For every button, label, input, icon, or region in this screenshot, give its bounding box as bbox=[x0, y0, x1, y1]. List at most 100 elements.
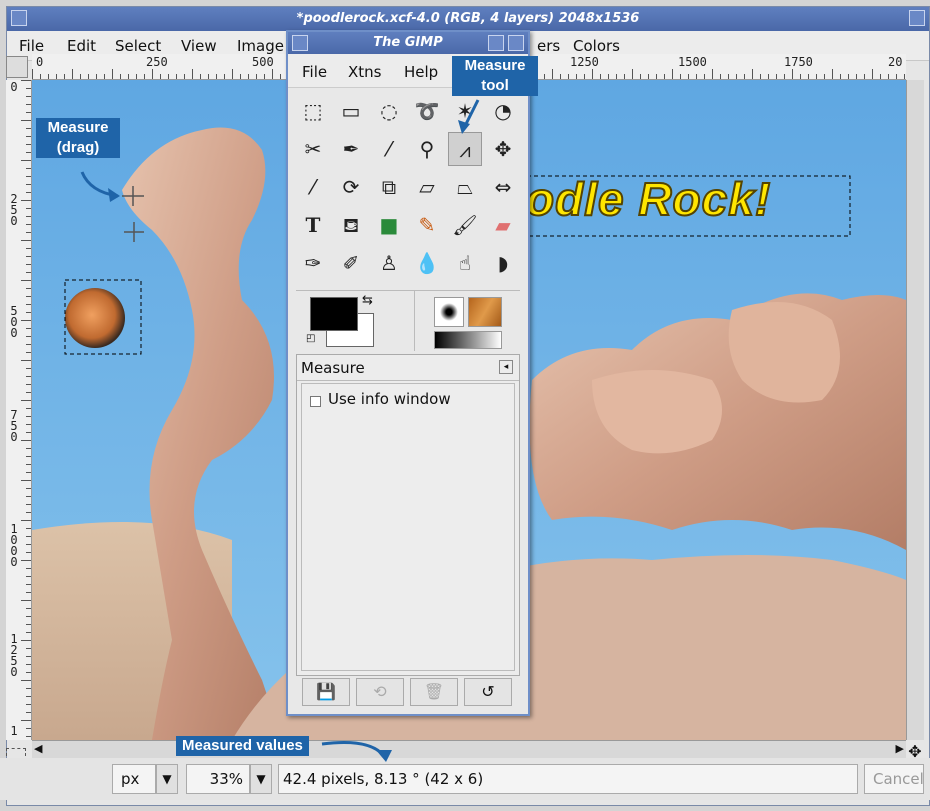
vertical-scrollbar[interactable] bbox=[906, 80, 924, 740]
tool-options-header: Measure ◂ bbox=[297, 355, 519, 381]
menu-layers[interactable]: ers bbox=[537, 37, 560, 55]
callout-measure-tool-line1: Measure bbox=[464, 57, 526, 74]
vruler-tick bbox=[21, 480, 31, 481]
hruler-tick bbox=[32, 69, 33, 79]
unit-dropdown-icon[interactable]: ▼ bbox=[156, 764, 178, 794]
vruler-tick bbox=[26, 376, 31, 377]
vruler-tick bbox=[21, 400, 31, 401]
blur-icon[interactable]: 💧 bbox=[410, 246, 444, 280]
hruler-tick bbox=[840, 74, 841, 79]
hruler-tick bbox=[128, 74, 129, 79]
move-icon[interactable]: ✥ bbox=[486, 132, 520, 166]
unit-select[interactable]: px bbox=[112, 764, 156, 794]
bucket-fill-icon[interactable]: ⛾ bbox=[334, 208, 368, 242]
fuzzy-select-icon[interactable]: ✶ bbox=[448, 94, 482, 128]
toolbox-menu-file[interactable]: File bbox=[302, 63, 327, 81]
hruler-tick bbox=[656, 74, 657, 79]
vruler-tick bbox=[26, 728, 31, 729]
hruler-label: 0 bbox=[36, 55, 44, 69]
scroll-right-icon[interactable]: ▶ bbox=[896, 742, 904, 755]
vruler-tick bbox=[26, 688, 31, 689]
hruler-tick bbox=[680, 74, 681, 79]
vruler-tick bbox=[26, 128, 31, 129]
vruler-tick bbox=[21, 160, 31, 161]
toolbox-menu-icon[interactable] bbox=[292, 35, 308, 51]
eraser-icon[interactable]: ▰ bbox=[486, 208, 520, 242]
toolbox-menu-help[interactable]: Help bbox=[404, 63, 438, 81]
measure-tool-icon[interactable]: ⩘ bbox=[448, 132, 482, 166]
save-options-icon[interactable]: 💾 bbox=[302, 678, 350, 706]
menu-colors[interactable]: Colors bbox=[573, 37, 620, 55]
hruler-tick bbox=[272, 69, 273, 79]
airbrush-icon[interactable]: ✑ bbox=[296, 246, 330, 280]
rect-select-rounded-icon[interactable]: ▭ bbox=[334, 94, 368, 128]
lasso-icon[interactable]: ➰ bbox=[410, 94, 444, 128]
hruler-tick bbox=[240, 74, 241, 79]
vruler-tick bbox=[26, 368, 31, 369]
gradient-preview[interactable] bbox=[434, 331, 502, 349]
scale-icon[interactable]: ⧉ bbox=[372, 170, 406, 204]
paintbrush-icon[interactable]: 🖌 bbox=[448, 208, 482, 242]
horizontal-scrollbar[interactable]: ◀ ▶ bbox=[32, 740, 906, 758]
rotate-icon[interactable]: ⟳ bbox=[334, 170, 368, 204]
menu-file[interactable]: File bbox=[19, 37, 44, 55]
cancel-button[interactable]: Cancel bbox=[864, 764, 924, 794]
vruler-tick bbox=[26, 592, 31, 593]
foreground-color-swatch[interactable] bbox=[310, 297, 358, 331]
menu-select[interactable]: Select bbox=[115, 37, 161, 55]
hruler-tick bbox=[96, 74, 97, 79]
ink-icon[interactable]: ✐ bbox=[334, 246, 368, 280]
text-tool-icon[interactable]: T bbox=[296, 208, 330, 242]
reset-options-icon[interactable]: ↺ bbox=[464, 678, 512, 706]
ellipse-select-icon[interactable]: ◌ bbox=[372, 94, 406, 128]
vruler-tick bbox=[26, 272, 31, 273]
pattern-preview[interactable] bbox=[468, 297, 502, 327]
color-picker-icon[interactable]: ⁄ bbox=[372, 132, 406, 166]
default-colors-icon[interactable]: ◰ bbox=[306, 333, 315, 344]
vruler-tick bbox=[26, 224, 31, 225]
hruler-tick bbox=[112, 69, 113, 79]
flip-icon[interactable]: ⇔ bbox=[486, 170, 520, 204]
dodge-burn-icon[interactable]: ◗ bbox=[486, 246, 520, 280]
toolbox-titlebar[interactable]: The GIMP bbox=[288, 32, 528, 54]
perspective-icon[interactable]: ⏢ bbox=[448, 170, 482, 204]
crop-icon[interactable]: ⁄ bbox=[296, 170, 330, 204]
vertical-ruler[interactable]: 0 250 500 750 1000 1250 1 bbox=[6, 80, 32, 740]
panel-menu-icon[interactable]: ◂ bbox=[499, 360, 513, 374]
menu-view[interactable]: View bbox=[181, 37, 217, 55]
toolbox-close-icon[interactable] bbox=[508, 35, 524, 51]
paths-icon[interactable]: ✒ bbox=[334, 132, 368, 166]
window-menu-icon[interactable] bbox=[11, 10, 27, 26]
delete-options-icon[interactable]: 🗑 bbox=[410, 678, 458, 706]
restore-options-icon[interactable]: ⟲ bbox=[356, 678, 404, 706]
brush-preview[interactable] bbox=[434, 297, 464, 327]
blend-icon[interactable]: ■ bbox=[372, 208, 406, 242]
rect-select-icon[interactable]: ⬚ bbox=[296, 94, 330, 128]
zoom-dropdown-icon[interactable]: ▼ bbox=[250, 764, 272, 794]
hruler-tick bbox=[864, 74, 865, 79]
ruler-corner-button[interactable] bbox=[6, 56, 28, 78]
use-info-window-checkbox[interactable] bbox=[310, 396, 321, 407]
callout-measured-values: Measured values bbox=[176, 736, 309, 756]
toolbox-menu-xtns[interactable]: Xtns bbox=[348, 63, 381, 81]
hruler-tick bbox=[616, 74, 617, 79]
maximize-icon[interactable] bbox=[488, 35, 504, 51]
shear-icon[interactable]: ▱ bbox=[410, 170, 444, 204]
vruler-tick bbox=[21, 320, 31, 321]
scroll-left-icon[interactable]: ◀ bbox=[34, 742, 42, 755]
hruler-tick bbox=[848, 74, 849, 79]
smudge-icon[interactable]: ☝ bbox=[448, 246, 482, 280]
pencil-icon[interactable]: ✎ bbox=[410, 208, 444, 242]
zoom-select[interactable]: 33% bbox=[186, 764, 250, 794]
color-select-icon[interactable]: ◔ bbox=[486, 94, 520, 128]
menu-edit[interactable]: Edit bbox=[67, 37, 96, 55]
close-icon[interactable] bbox=[909, 10, 925, 26]
menu-image[interactable]: Image bbox=[237, 37, 284, 55]
swap-colors-icon[interactable]: ⇆ bbox=[362, 293, 373, 308]
hruler-tick bbox=[832, 69, 833, 79]
image-window-titlebar[interactable]: *poodlerock.xcf-4.0 (RGB, 4 layers) 2048… bbox=[7, 7, 929, 31]
scissors-icon[interactable]: ✂ bbox=[296, 132, 330, 166]
clone-icon[interactable]: ♙ bbox=[372, 246, 406, 280]
magnify-icon[interactable]: ⚲ bbox=[410, 132, 444, 166]
use-info-window-label[interactable]: Use info window bbox=[328, 390, 451, 408]
